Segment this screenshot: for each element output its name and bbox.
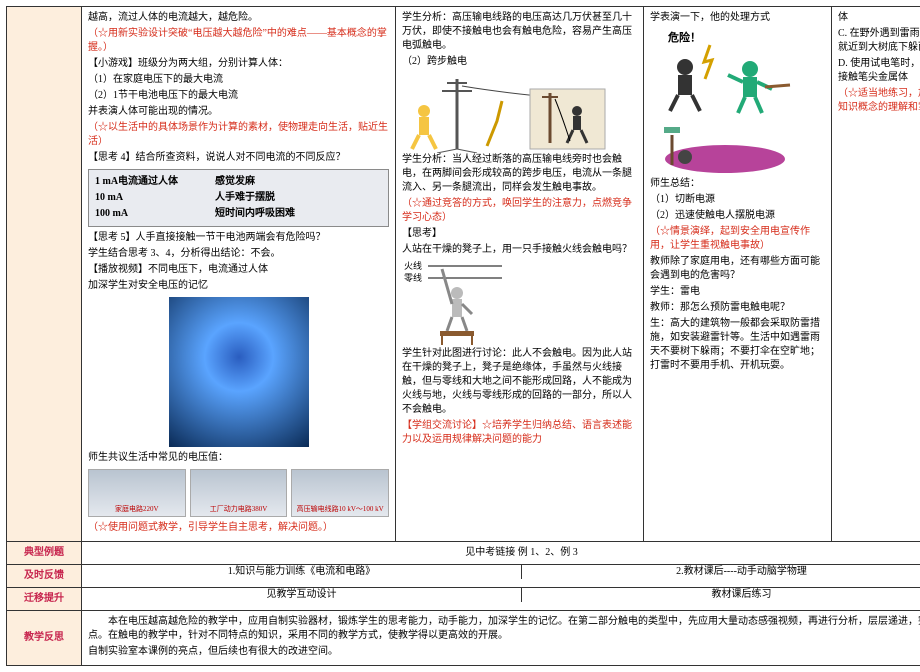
c1-l1: 越高，流过人体的电流越大，越危险。 [88,11,389,25]
feedback-left: 1.知识与能力训练《电流和电路》 [82,565,522,579]
c4-l1: 体 [838,11,920,25]
label-neutral: 零线 [404,272,422,283]
c2-l2: （2）跨步触电 [402,55,637,69]
c3-l9: 生：高大的建筑物一般都会采取防雷措施，如安装避雷针等。生活中如遇雷雨天不要树下躲… [650,317,825,373]
cap1: 家庭电路220V [89,505,185,515]
content-col-3: 学表演一下，他的处理方式 危险！ [644,7,832,542]
c3-l5: （☆情景演绎，起到安全用电宣传作用，让学生重视触电事故） [650,225,825,253]
c4-l3: D. 使用试电笔时，手可以接触笔尖金属体 [838,57,920,85]
c2-l8: 【学组交流讨论】☆培养学生归纳总结、语言表述能力以及运用规律解决问题的能力 [402,419,637,447]
c1-l11: 【播放视频】不同电压下，电流通过人体 [88,263,389,277]
c3-l1: 学表演一下，他的处理方式 [650,11,825,25]
box-b1: 感觉发麻 [215,174,255,190]
reflection-p1: 本在电压越高越危险的教学中，应用自制实验器材，锻炼学生的思考能力，动手能力，加深… [88,615,920,643]
c2-l5: 【思考】 [402,227,637,241]
danger-label: 危险！ [667,30,701,44]
thumb-home: 家庭电路220V [88,469,186,517]
thumb-highvoltage: 高压输电线路10 kV～100 kV [291,469,389,517]
c2-l1: 学生分析：高压输电线路的电压高达几万伏甚至几十万伏，即使不接触电也会有触电危险，… [402,11,637,53]
step-voltage-figure [402,71,612,153]
content-col-4: 体 C. 在野外遇到雷雨天气应就近到大树底下躲雨 D. 使用试电笔时，手可以接触… [832,7,920,542]
row-examples-content: 见中考链接 例 1、2、例 3 [82,542,920,565]
c1-l2: （☆用新实验设计突破“电压越大越危险”中的难点——基本概念的掌握。） [88,27,389,55]
box-b2: 人手难于摆脱 [215,190,275,206]
reflection-p2: 自制实验室本课例的亮点，但后续也有很大的改进空间。 [88,645,920,659]
box-a3: 100 mA [95,206,215,222]
c3-l2: 师生总结： [650,177,825,191]
c1-l3: 【小游戏】班级分为两大组，分别计算人体： [88,57,389,71]
c1-l5: （2）1节干电池电压下的最大电流 [88,89,389,103]
box-a1: 1 mA电流通过人体 [95,174,215,190]
label-fire: 火线 [404,260,422,271]
c3-l7: 学生：雷电 [650,285,825,299]
box-a2: 10 mA [95,190,215,206]
row-reflection-content: 本在电压越高越危险的教学中，应用自制实验器材，锻炼学生的思考能力，动手能力，加深… [82,611,920,666]
c1-l14: （☆使用问题式教学，引导学生自主思考，解决问题。） [88,521,389,535]
transfer-right: 教材课后练习 [522,588,920,602]
c1-l8: 【思考 4】结合所查资料，说说人对不同电流的不同反应？ [88,151,389,165]
lying-person-figure [650,117,800,177]
feedback-right: 2.教材课后----动手动脑学物理 [522,565,920,579]
c4-l4: （☆适当地练习，加深对知识概念的理解和掌握） [838,87,920,115]
transfer-left: 见教学互动设计 [82,588,522,602]
c1-l9: 【思考 5】人手直接接触一节干电池两端会有危险吗？ [88,231,389,245]
row-transfer-wrap: 见教学互动设计 教材课后练习 [82,588,920,611]
c1-l6: 并表演人体可能出现的情况。 [88,105,389,119]
shock-cartoon: 危险！ [650,27,800,117]
c1-l10: 学生结合思考 3、4，分析得出结论：不会。 [88,247,389,261]
row-label-feedback: 及时反馈 [7,565,82,588]
c3-l6: 教师除了家庭用电，还有哪些方面可能会遇到电的危害吗？ [650,255,825,283]
cap2: 工厂动力电路380V [191,505,287,515]
c3-l3: （1）切断电源 [650,193,825,207]
c1-l13: 师生共议生活中常见的电压值： [88,451,389,465]
row-label-transfer: 迁移提升 [7,588,82,611]
c2-l6: 人站在干燥的凳子上，用一只手接触火线会触电吗？ [402,243,637,257]
row-feedback-wrap: 1.知识与能力训练《电流和电路》 2.教材课后----动手动脑学物理 [82,565,920,588]
thumb-factory: 工厂动力电路380V [190,469,288,517]
box-b3: 短时间内呼吸困难 [215,206,295,222]
c2-l4: （☆通过竞答的方式，唤回学生的注意力，点燃竞争学习心态） [402,197,637,225]
current-effect-table: 1 mA电流通过人体感觉发麻 10 mA人手难于摆脱 100 mA短时间内呼吸困… [88,169,389,227]
human-body-electric-figure [169,297,309,447]
c2-l7: 学生针对此图进行讨论：此人不会触电。因为此人站在干燥的凳子上，凳子是绝缘体，手虽… [402,347,637,417]
cap3: 高压输电线路10 kV～100 kV [292,505,388,515]
c1-l12: 加深学生对安全电压的记忆 [88,279,389,293]
row-label-reflection: 教学反思 [7,611,82,666]
c1-l7: （☆以生活中的具体场景作为计算的素材，使物理走向生活，贴近生活） [88,121,389,149]
row-label-examples: 典型例题 [7,542,82,565]
c2-l3: 学生分析：当人经过断落的高压输电线旁时也会触电，在两脚间会形成较高的跨步电压，电… [402,153,637,195]
row-header-blank [7,7,82,542]
content-col-1: 越高，流过人体的电流越大，越危险。 （☆用新实验设计突破“电压越大越危险”中的难… [82,7,396,542]
stool-figure: 火线 零线 [402,259,502,347]
content-col-2: 学生分析：高压输电线路的电压高达几万伏甚至几十万伏，即使不接触电也会有触电危险，… [396,7,644,542]
voltage-examples-row: 家庭电路220V 工厂动力电路380V 高压输电线路10 kV～100 kV [88,469,389,517]
c3-l4: （2）迅速使触电人摆脱电源 [650,209,825,223]
c4-l2: C. 在野外遇到雷雨天气应就近到大树底下躲雨 [838,27,920,55]
c1-l4: （1）在家庭电压下的最大电流 [88,73,389,87]
c3-l8: 教师：那怎么预防雷电触电呢？ [650,301,825,315]
